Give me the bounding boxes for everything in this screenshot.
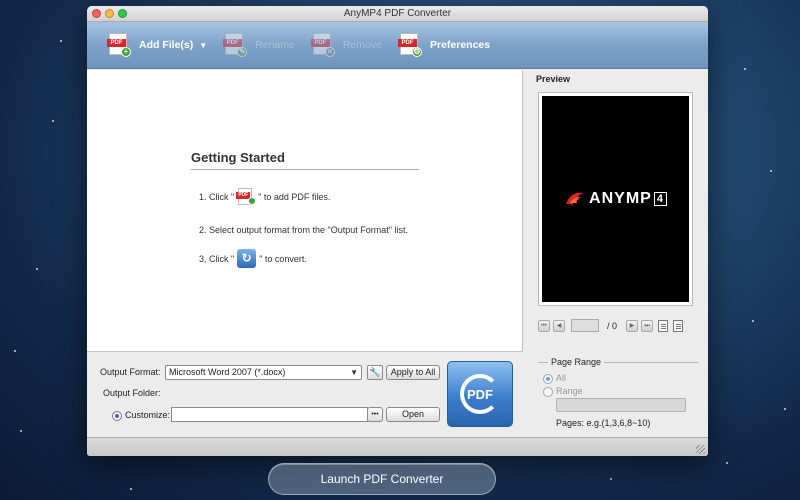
convert-icon: PDF bbox=[460, 374, 500, 414]
add-pdf-icon: PDF bbox=[236, 188, 257, 205]
rename-pdf-icon: PDF ✎ bbox=[223, 33, 248, 57]
rename-label: Rename bbox=[255, 39, 295, 51]
preview-title: Preview bbox=[536, 74, 571, 84]
last-page-button[interactable]: ⏭ bbox=[641, 319, 654, 332]
output-format-label: Output Format: bbox=[100, 367, 161, 377]
remove-pdf-icon: PDF × bbox=[310, 33, 335, 57]
add-files-button[interactable]: PDF + Add File(s) ▼ bbox=[107, 33, 207, 57]
page-number-input[interactable] bbox=[571, 319, 599, 332]
remove-label: Remove bbox=[342, 39, 382, 51]
divider bbox=[191, 169, 419, 170]
remove-button[interactable]: PDF × Remove bbox=[310, 33, 382, 57]
preferences-button[interactable]: PDF ⚙ Preferences bbox=[397, 33, 491, 57]
close-window-button[interactable] bbox=[92, 9, 101, 18]
customize-label: Customize: bbox=[125, 410, 171, 420]
open-button[interactable]: Open bbox=[386, 407, 440, 422]
step-2: 2. Select output format from the "Output… bbox=[199, 225, 408, 235]
toolbar: PDF + Add File(s) ▼ PDF ✎ Rename PDF × Remo… bbox=[87, 22, 708, 69]
output-folder-input[interactable] bbox=[171, 407, 368, 422]
wrench-icon: 🔧 bbox=[369, 367, 381, 377]
step-1: 1. Click " PDF " to add PDF files. bbox=[199, 188, 330, 205]
preview-image: ANYMP 4 bbox=[542, 96, 689, 302]
output-folder-label: Output Folder: bbox=[103, 388, 161, 398]
zoom-window-button[interactable] bbox=[118, 9, 127, 18]
document-icon[interactable] bbox=[658, 319, 669, 332]
resize-grip-icon[interactable] bbox=[696, 445, 705, 454]
getting-started-title: Getting Started bbox=[191, 150, 285, 165]
output-format-select[interactable]: Microsoft Word 2007 (*.docx) ▼ bbox=[165, 365, 362, 380]
convert-icon: ↻ bbox=[237, 249, 257, 268]
page-range-title: Page Range bbox=[548, 357, 605, 367]
preferences-pdf-icon: PDF ⚙ bbox=[397, 33, 422, 57]
next-page-button[interactable]: ▶ bbox=[626, 319, 639, 332]
customize-radio[interactable] bbox=[112, 411, 122, 421]
window-title: AnyMP4 PDF Converter bbox=[343, 8, 452, 19]
preferences-label: Preferences bbox=[429, 39, 491, 51]
anymp4-logo: ANYMP 4 bbox=[564, 190, 667, 208]
browse-button[interactable]: ••• bbox=[367, 407, 383, 422]
apply-to-all-button[interactable]: Apply to All bbox=[386, 365, 440, 380]
add-files-label: Add File(s) bbox=[139, 39, 194, 51]
window-controls bbox=[92, 9, 127, 18]
preview-panel: Preview ANYMP 4 ⏮ ◀ / 0 ▶ ⏭ Page Range A… bbox=[524, 70, 708, 437]
step-3: 3. Click " ↻ " to convert. bbox=[199, 249, 307, 268]
chevron-down-icon[interactable]: ▼ bbox=[199, 41, 207, 50]
flame-icon bbox=[566, 192, 585, 206]
preview-frame: ANYMP 4 bbox=[538, 92, 693, 306]
page-total: / 0 bbox=[607, 320, 618, 331]
first-page-button[interactable]: ⏮ bbox=[538, 319, 550, 332]
all-pages-radio[interactable] bbox=[543, 374, 553, 384]
range-label: Range bbox=[556, 386, 583, 396]
previous-page-button[interactable]: ◀ bbox=[553, 319, 565, 332]
output-settings: Output Format: Microsoft Word 2007 (*.do… bbox=[87, 351, 523, 437]
page-range-hint: Pages: e.g.(1,3,6,8~10) bbox=[556, 418, 651, 428]
status-bar bbox=[87, 437, 708, 456]
launch-pdf-converter-button[interactable]: Launch PDF Converter bbox=[268, 463, 496, 495]
all-pages-label: All bbox=[556, 373, 567, 383]
chevron-down-icon: ▼ bbox=[350, 368, 358, 377]
range-radio[interactable] bbox=[543, 387, 553, 397]
app-window: AnyMP4 PDF Converter PDF + Add File(s) ▼ … bbox=[87, 6, 708, 456]
minimize-window-button[interactable] bbox=[105, 9, 114, 18]
export-document-icon[interactable] bbox=[673, 319, 684, 332]
file-list-area[interactable]: Getting Started 1. Click " PDF " to add … bbox=[87, 70, 523, 351]
title-bar: AnyMP4 PDF Converter bbox=[87, 6, 708, 22]
add-pdf-icon: PDF + bbox=[107, 33, 131, 57]
convert-button[interactable]: PDF bbox=[447, 361, 513, 427]
rename-button[interactable]: PDF ✎ Rename bbox=[223, 33, 295, 57]
preview-navigation: ⏮ ◀ / 0 ▶ ⏭ bbox=[538, 319, 684, 332]
settings-wrench-button[interactable]: 🔧 bbox=[367, 365, 383, 380]
page-range-input[interactable] bbox=[556, 398, 686, 412]
